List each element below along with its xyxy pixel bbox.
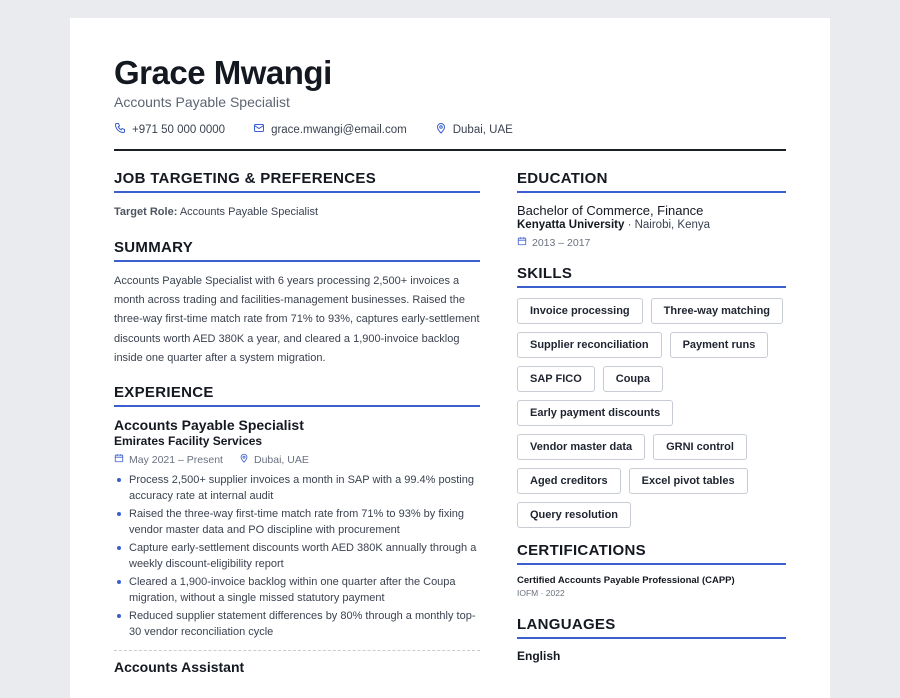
section-title-languages: LANGUAGES [517,616,786,639]
resume-page: Grace Mwangi Accounts Payable Specialist… [70,18,830,698]
job-title: Accounts Payable Specialist [114,417,304,434]
section-title-certifications: CERTIFICATIONS [517,542,786,565]
list-item: Reduced supplier statement differences b… [114,608,480,640]
skill-chip: Excel pivot tables [628,468,748,494]
skill-chip: Query resolution [517,502,632,528]
location-pin-icon [239,453,249,466]
degree: Bachelor of Commerce, Finance [517,203,704,218]
section-title-targeting: JOB TARGETING & PREFERENCES [114,170,480,193]
section-title-skills: SKILLS [517,265,786,288]
section-title-education: EDUCATION [517,170,786,193]
location-text: Dubai, UAE [452,123,513,136]
target-role-label: Target Role: [114,206,178,218]
language-item: English [517,649,561,663]
job-meta: May 2021 – Present Dubai, UAE [114,453,480,466]
experience-entry: Accounts Payable Specialist Emirates Fac… [114,417,480,675]
skill-chip: Vendor master data [517,434,646,460]
section-title-experience: EXPERIENCE [114,384,480,408]
skill-chip: Early payment discounts [517,400,674,426]
list-item: Process 2,500+ supplier invoices a month… [114,472,480,504]
target-role-value: Accounts Payable Specialist [179,206,318,218]
mail-icon [253,122,265,137]
contact-row: +971 50 000 0000 grace.mwangi@email.com … [114,122,786,137]
job-company: Emirates Facility Services [114,434,263,449]
education-years: 2013 – 2017 [532,236,591,249]
skill-chip: Aged creditors [517,468,621,494]
target-role: Target Role: Accounts Payable Specialist [114,203,480,222]
calendar-icon [114,453,124,466]
candidate-name: Grace Mwangi [114,54,332,91]
skills-list: Invoice processing Three-way matching Su… [517,298,786,528]
resume-header: Grace Mwangi Accounts Payable Specialist… [114,54,786,137]
right-column: EDUCATION Bachelor of Commerce, Finance … [517,170,786,663]
phone-icon [114,122,126,137]
school-location: · Nairobi, Kenya [624,219,711,231]
school-name: Kenyatta University [517,219,625,231]
phone-text: +971 50 000 0000 [132,123,226,136]
skill-chip: GRNI control [653,434,747,460]
email-text: grace.mwangi@email.com [271,123,407,136]
certification-meta: IOFM · 2022 [517,588,565,598]
job-location: Dubai, UAE [253,453,309,466]
skill-chip: Supplier reconciliation [517,332,662,358]
list-item: Cleared a 1,900-invoice backlog within o… [114,574,480,606]
contact-location: Dubai, UAE [435,122,513,137]
job-title: Accounts Assistant [114,659,245,676]
list-item: Capture early-settlement discounts worth… [114,540,480,572]
school-line: Kenyatta University · Nairobi, Kenya [517,219,786,231]
section-title-summary: SUMMARY [114,239,480,262]
list-item: Raised the three-way first-time match ra… [114,506,480,538]
skill-chip: Payment runs [669,332,769,358]
candidate-title: Accounts Payable Specialist [114,94,290,110]
location-pin-icon [435,122,447,137]
header-divider [114,149,786,151]
job-bullets: Process 2,500+ supplier invoices a month… [114,472,480,640]
certification-name: Certified Accounts Payable Professional … [517,575,735,586]
contact-phone: +971 50 000 0000 [114,122,225,137]
skill-chip: SAP FICO [517,366,595,392]
job-separator [114,650,480,652]
skill-chip: Coupa [602,366,663,392]
calendar-icon [517,236,527,249]
contact-email: grace.mwangi@email.com [253,122,407,137]
education-meta: 2013 – 2017 [517,236,786,249]
skill-chip: Invoice processing [517,298,643,324]
job-dates: May 2021 – Present [129,453,223,466]
skill-chip: Three-way matching [650,298,784,324]
left-column: JOB TARGETING & PREFERENCES Target Role:… [114,170,480,675]
summary-text: Accounts Payable Specialist with 6 years… [114,275,480,364]
